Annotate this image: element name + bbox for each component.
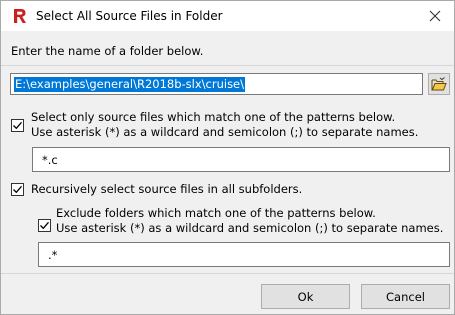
- exclude-filter-label-line1: Exclude folders which match one of the p…: [56, 206, 376, 220]
- exclude-pattern-input[interactable]: .*: [38, 242, 450, 267]
- checkmark-icon: [13, 121, 22, 130]
- open-folder-icon: [431, 77, 447, 91]
- checkmark-icon: [13, 185, 22, 194]
- close-icon: [429, 10, 441, 22]
- close-button[interactable]: [416, 1, 454, 31]
- title-bar[interactable]: Select All Source Files in Folder: [1, 1, 454, 31]
- folder-prompt: Enter the name of a folder below.: [11, 44, 204, 58]
- window-title: Select All Source Files in Folder: [36, 9, 223, 23]
- source-pattern-value: *.c: [42, 153, 58, 167]
- app-logo-icon: [13, 8, 27, 24]
- source-pattern-input[interactable]: *.c: [32, 147, 450, 172]
- folder-path-value: E:\examples\general\R2018b-slx\cruise\: [14, 77, 246, 92]
- recursive-checkbox[interactable]: [11, 183, 24, 196]
- checkmark-icon: [40, 221, 49, 230]
- dialog-window: Select All Source Files in Folder Enter …: [0, 0, 455, 315]
- browse-folder-button[interactable]: [428, 73, 450, 95]
- exclude-pattern-value: .*: [48, 248, 58, 262]
- source-filter-checkbox[interactable]: [11, 119, 24, 132]
- recursive-label: Recursively select source files in all s…: [31, 182, 303, 196]
- divider: [1, 65, 454, 66]
- source-filter-label-line1: Select only source files which match one…: [31, 110, 396, 124]
- source-filter-label-line2: Use asterisk (*) as a wildcard and semic…: [31, 125, 419, 139]
- ok-button[interactable]: Ok: [261, 284, 350, 309]
- exclude-filter-label-line2: Use asterisk (*) as a wildcard and semic…: [56, 221, 444, 235]
- exclude-filter-checkbox[interactable]: [38, 219, 51, 232]
- folder-path-input[interactable]: E:\examples\general\R2018b-slx\cruise\: [10, 73, 423, 95]
- divider: [1, 273, 454, 274]
- cancel-button[interactable]: Cancel: [361, 284, 450, 309]
- ok-button-label: Ok: [297, 289, 314, 304]
- cancel-button-label: Cancel: [386, 289, 425, 304]
